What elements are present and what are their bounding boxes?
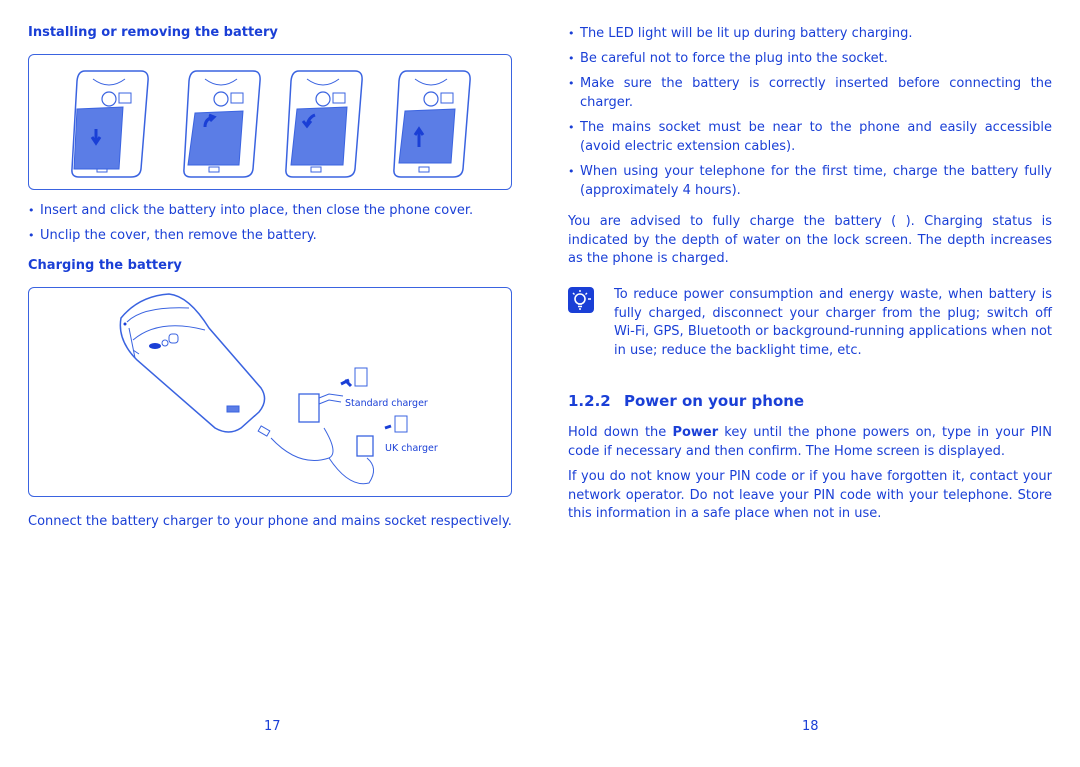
standard-charger: Standard charger bbox=[298, 367, 428, 423]
right-page: The LED light will be lit up during batt… bbox=[568, 0, 1052, 767]
remove-bullet: Unclip the cover, then remove the batter… bbox=[28, 227, 510, 246]
install-heading: Installing or removing the battery bbox=[28, 25, 278, 40]
power-on-instructions: Hold down the Power key until the phone … bbox=[568, 424, 1052, 461]
power-key-label: Power bbox=[672, 425, 719, 440]
install-bullet: Insert and click the battery into place,… bbox=[28, 202, 510, 221]
plug-arrow-icon bbox=[340, 378, 353, 388]
left-page: Installing or removing the battery • Ins… bbox=[28, 0, 512, 767]
charging-heading: Charging the battery bbox=[28, 258, 182, 273]
power-saving-tip: To reduce power consumption and energy w… bbox=[614, 287, 1052, 358]
charging-bullet: The mains socket must be near to the pho… bbox=[568, 119, 1052, 156]
power-text-pre: Hold down the bbox=[568, 425, 673, 440]
charging-advice: You are advised to fully charge the batt… bbox=[568, 214, 1052, 266]
battery-steps-svg bbox=[71, 70, 471, 178]
phone-step-1 bbox=[71, 70, 149, 178]
battery bbox=[187, 110, 244, 166]
charging-bullet: Be careful not to force the plug into th… bbox=[568, 50, 1052, 69]
connect-instructions: Connect the battery charger to your phon… bbox=[28, 514, 512, 529]
phone-step-4 bbox=[393, 70, 471, 178]
charging-bullet: When using your telephone for the first … bbox=[568, 163, 1052, 200]
battery bbox=[398, 108, 456, 164]
pin-instructions: If you do not know your PIN code or if y… bbox=[568, 469, 1052, 521]
section-number: 1.2.2 bbox=[568, 392, 611, 410]
usb-cable bbox=[257, 425, 374, 485]
battery-install-illustration bbox=[28, 54, 512, 190]
phone-step-2 bbox=[183, 70, 261, 178]
section-heading: 1.2.2 Power on your phone bbox=[568, 392, 804, 410]
charging-bullet: The LED light will be lit up during batt… bbox=[568, 25, 1052, 44]
uk-charger-label: UK charger bbox=[385, 443, 438, 454]
eu-socket-icon bbox=[354, 367, 368, 387]
charger-svg: Standard charger UK charger bbox=[119, 293, 438, 485]
phone-step-3 bbox=[285, 70, 363, 178]
standard-charger-label: Standard charger bbox=[345, 398, 428, 409]
uk-charger: UK charger bbox=[356, 415, 438, 457]
phone-back bbox=[119, 293, 266, 433]
charging-bullet: Make sure the battery is correctly inser… bbox=[568, 75, 1052, 112]
charging-illustration: Standard charger UK charger bbox=[28, 287, 512, 497]
uk-socket-icon bbox=[394, 415, 408, 433]
battery bbox=[290, 106, 348, 166]
lightbulb-tip-icon bbox=[568, 287, 594, 313]
page-number-right: 18 bbox=[802, 719, 819, 734]
page-number-left: 17 bbox=[264, 719, 281, 734]
plug-arrow-icon bbox=[384, 424, 392, 430]
section-title: Power on your phone bbox=[624, 392, 805, 410]
